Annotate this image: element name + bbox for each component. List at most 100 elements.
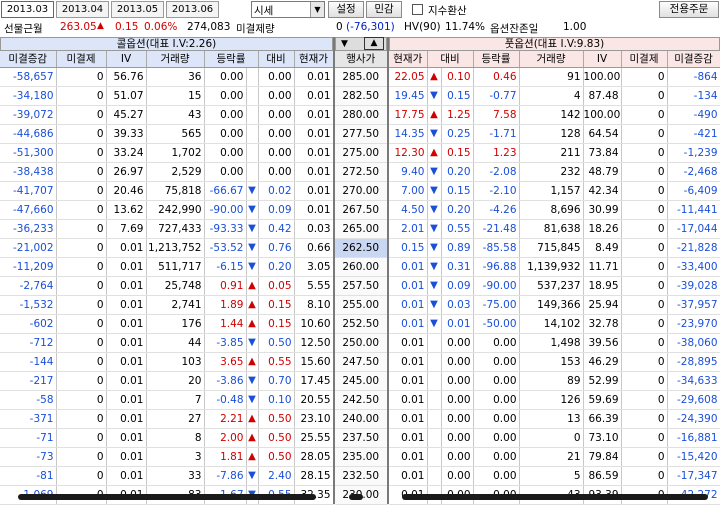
put-row[interactable]: 7.00 ▼ 0.15 -2.10 1,157 42.34 0 -6,409 — [389, 181, 720, 201]
put-col-price[interactable]: 현재가 — [389, 51, 428, 68]
call-row[interactable]: -44,686 0 39.33 565 0.00 0.00 0.01 — [0, 124, 334, 144]
call-col-iv[interactable]: IV — [106, 51, 147, 68]
strike-row[interactable]: 267.50 — [335, 200, 388, 220]
month-tab-4[interactable]: 2013.06 — [166, 1, 219, 18]
strike-row[interactable]: 237.50 — [335, 428, 388, 448]
put-col-volume[interactable]: 거래량 — [519, 51, 584, 68]
put-col-oi[interactable]: 미결제 — [621, 51, 668, 68]
scroll-down-icon[interactable]: ▼ — [341, 38, 348, 50]
call-row[interactable]: -1,532 0 0.01 2,741 1.89 ▲ 0.15 8.10 — [0, 295, 334, 315]
call-row[interactable]: -21,002 0 0.01 1,213,752 -53.52 ▼ 0.76 0.66 — [0, 238, 334, 258]
strike-row[interactable]: 262.50 — [335, 238, 388, 258]
put-row[interactable]: 0.01 0.00 0.00 0 73.10 0 -16,881 — [389, 428, 720, 448]
scroll-up-icon[interactable]: ▲ — [364, 37, 384, 50]
put-iv: 73.10 — [583, 428, 622, 448]
call-row[interactable]: -73 0 0.01 3 1.81 ▲ 0.50 28.05 — [0, 447, 334, 467]
put-row[interactable]: 0.01 0.00 0.00 21 79.84 0 -15,420 — [389, 447, 720, 467]
call-scrollbar[interactable] — [18, 494, 316, 500]
chevron-down-icon[interactable]: ▼ — [310, 2, 324, 17]
strike-row[interactable]: 260.00 — [335, 257, 388, 277]
call-col-rate[interactable]: 등락률 — [204, 51, 259, 68]
order-button[interactable]: 전용주문 — [659, 1, 719, 18]
strike-row[interactable]: 235.00 — [335, 447, 388, 467]
put-scrollbar[interactable] — [402, 494, 708, 500]
strike-row[interactable]: 270.00 — [335, 181, 388, 201]
call-row[interactable]: -11,209 0 0.01 511,717 -6.15 ▼ 0.20 3.05 — [0, 257, 334, 277]
call-row[interactable]: -41,707 0 20.46 75,818 -66.67 ▼ 0.02 0.01 — [0, 181, 334, 201]
put-row[interactable]: 0.01 0.00 0.00 126 59.69 0 -29,608 — [389, 390, 720, 410]
strike-row[interactable]: 240.00 — [335, 409, 388, 429]
strike-row[interactable]: 280.00 — [335, 105, 388, 125]
strike-row[interactable]: 265.00 — [335, 219, 388, 239]
sensitivity-button[interactable]: 민감 — [366, 1, 402, 18]
call-row[interactable]: -602 0 0.01 176 1.44 ▲ 0.15 10.60 — [0, 314, 334, 334]
call-row[interactable]: -58,657 0 56.76 36 0.00 0.00 0.01 — [0, 67, 334, 87]
put-row[interactable]: 0.01 ▼ 0.09 -90.00 537,237 18.95 0 -39,028 — [389, 276, 720, 296]
month-tab-3[interactable]: 2013.05 — [111, 1, 164, 18]
call-row[interactable]: -51,300 0 33.24 1,702 0.00 0.00 0.01 — [0, 143, 334, 163]
strike-row[interactable]: 285.00 — [335, 67, 388, 87]
month-tab-1[interactable]: 2013.03 — [1, 1, 54, 18]
strike-row[interactable]: 232.50 — [335, 466, 388, 486]
put-row[interactable]: 17.75 ▲ 1.25 7.58 142 100.00 0 -490 — [389, 105, 720, 125]
strike-row[interactable]: 277.50 — [335, 124, 388, 144]
call-col-oi[interactable]: 미결제 — [56, 51, 107, 68]
put-row[interactable]: 14.35 ▼ 0.25 -1.71 128 64.54 0 -421 — [389, 124, 720, 144]
strike-row[interactable]: 245.00 — [335, 371, 388, 391]
call-row[interactable]: -144 0 0.01 103 3.65 ▲ 0.55 15.60 — [0, 352, 334, 372]
call-row[interactable]: -39,072 0 45.27 43 0.00 0.00 0.01 — [0, 105, 334, 125]
call-col-volume[interactable]: 거래량 — [146, 51, 205, 68]
call-col-change[interactable]: 대비 — [258, 51, 295, 68]
put-row[interactable]: 9.40 ▼ 0.20 -2.08 232 48.79 0 -2,468 — [389, 162, 720, 182]
strike-row[interactable]: 272.50 — [335, 162, 388, 182]
put-row[interactable]: 0.01 0.00 0.00 13 66.39 0 -24,390 — [389, 409, 720, 429]
put-col-rate[interactable]: 등락률 — [473, 51, 520, 68]
view-select[interactable]: 시세 ▼ — [251, 1, 325, 18]
strike-row[interactable]: 255.00 — [335, 295, 388, 315]
strike-row[interactable]: 252.50 — [335, 314, 388, 334]
call-row[interactable]: -36,233 0 7.69 727,433 -93.33 ▼ 0.42 0.03 — [0, 219, 334, 239]
call-col-oi-change[interactable]: 미결증감 — [0, 51, 57, 68]
call-row[interactable]: -81 0 0.01 33 -7.86 ▼ 2.40 28.15 — [0, 466, 334, 486]
call-row[interactable]: -47,660 0 13.62 242,990 -90.00 ▼ 0.09 0.01 — [0, 200, 334, 220]
call-row[interactable]: -71 0 0.01 8 2.00 ▲ 0.50 25.55 — [0, 428, 334, 448]
call-row[interactable]: -712 0 0.01 44 -3.85 ▼ 0.50 12.50 — [0, 333, 334, 353]
month-tab-2[interactable]: 2013.04 — [56, 1, 109, 18]
put-row[interactable]: 0.01 ▼ 0.03 -75.00 149,366 25.94 0 -37,957 — [389, 295, 720, 315]
put-row[interactable]: 0.01 ▼ 0.31 -96.88 1,139,932 11.71 0 -33,400 — [389, 257, 720, 277]
call-rate: 0.00 — [204, 105, 247, 125]
call-oi-change: -2,764 — [0, 276, 57, 296]
put-row[interactable]: 19.45 ▼ 0.15 -0.77 4 87.48 0 -134 — [389, 86, 720, 106]
strike-row[interactable]: 247.50 — [335, 352, 388, 372]
put-col-iv[interactable]: IV — [583, 51, 622, 68]
put-row[interactable]: 0.01 0.00 0.00 1,498 39.56 0 -38,060 — [389, 333, 720, 353]
index-convert-checkbox[interactable] — [412, 4, 423, 15]
call-row[interactable]: -38,438 0 26.97 2,529 0.00 0.00 0.01 — [0, 162, 334, 182]
strike-row[interactable]: 242.50 — [335, 390, 388, 410]
put-row[interactable]: 2.01 ▼ 0.55 -21.48 81,638 18.26 0 -17,044 — [389, 219, 720, 239]
put-row[interactable]: 0.01 0.00 0.00 5 86.59 0 -17,347 — [389, 466, 720, 486]
strike-row[interactable]: 257.50 — [335, 276, 388, 296]
put-row[interactable]: 4.50 ▼ 0.20 -4.26 8,696 30.99 0 -11,441 — [389, 200, 720, 220]
call-row[interactable]: -371 0 0.01 27 2.21 ▲ 0.50 23.10 — [0, 409, 334, 429]
strike-row[interactable]: 275.00 — [335, 143, 388, 163]
put-row[interactable]: 12.30 ▲ 0.15 1.23 211 73.84 0 -1,239 — [389, 143, 720, 163]
put-row[interactable]: 0.01 0.00 0.00 89 52.99 0 -34,633 — [389, 371, 720, 391]
put-volume: 1,498 — [519, 333, 584, 353]
call-row[interactable]: -34,180 0 51.07 15 0.00 0.00 0.01 — [0, 86, 334, 106]
strike-nav: ▼ ▲ — [335, 37, 387, 51]
settings-button[interactable]: 설정 — [328, 1, 364, 18]
strike-scrollbar[interactable] — [349, 494, 363, 500]
put-row[interactable]: 0.15 ▼ 0.89 -85.58 715,845 8.49 0 -21,828 — [389, 238, 720, 258]
put-col-oi-change[interactable]: 미결증감 — [667, 51, 720, 68]
put-col-change[interactable]: 대비 — [427, 51, 474, 68]
call-row[interactable]: -58 0 0.01 7 -0.48 ▼ 0.10 20.55 — [0, 390, 334, 410]
put-row[interactable]: 22.05 ▲ 0.10 0.46 91 100.00 0 -864 — [389, 67, 720, 87]
put-row[interactable]: 0.01 0.00 0.00 153 46.29 0 -28,895 — [389, 352, 720, 372]
call-col-price[interactable]: 현재가 — [294, 51, 334, 68]
strike-row[interactable]: 282.50 — [335, 86, 388, 106]
strike-row[interactable]: 250.00 — [335, 333, 388, 353]
put-row[interactable]: 0.01 ▼ 0.01 -50.00 14,102 32.78 0 -23,970 — [389, 314, 720, 334]
call-row[interactable]: -2,764 0 0.01 25,748 0.91 ▲ 0.05 5.55 — [0, 276, 334, 296]
call-row[interactable]: -217 0 0.01 20 -3.86 ▼ 0.70 17.45 — [0, 371, 334, 391]
